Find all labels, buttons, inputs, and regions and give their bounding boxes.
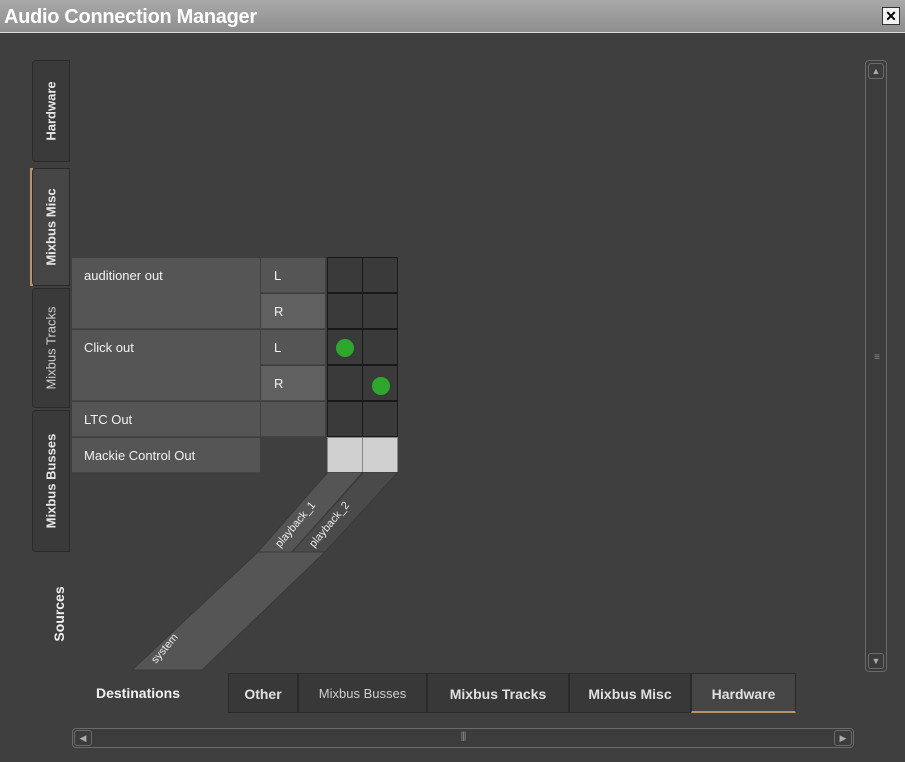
scroll-right-icon[interactable]: ▶ <box>834 730 852 746</box>
dest-tab-mixbus-tracks[interactable]: Mixbus Tracks <box>427 673 569 713</box>
channel-label-l: L <box>261 330 325 365</box>
source-tab-hardware[interactable]: Hardware <box>32 60 70 162</box>
source-tab-label: Mixbus Busses <box>43 433 59 529</box>
matrix-cell-unavailable <box>327 437 363 473</box>
window-title: Audio Connection Manager <box>4 6 257 28</box>
sources-label-text: Sources <box>51 586 67 642</box>
connection-dot-icon <box>336 339 354 357</box>
channel-label-l: L <box>261 258 325 293</box>
source-tab-label: Mixbus Misc <box>43 188 59 266</box>
dest-tab-mixbus-misc[interactable]: Mixbus Misc <box>569 673 691 713</box>
source-tab-label: Hardware <box>43 81 59 141</box>
scroll-left-icon[interactable]: ◀ <box>74 730 92 746</box>
row-click-out: Click out <box>72 330 260 401</box>
scroll-grip-icon[interactable]: ||| <box>456 731 470 743</box>
channel-label-r: R <box>261 294 325 329</box>
row-auditioner-out: auditioner out <box>72 258 260 329</box>
matrix-cell-connected[interactable] <box>327 329 363 365</box>
matrix-cell-unavailable <box>362 437 398 473</box>
matrix-cell[interactable] <box>362 401 398 437</box>
matrix-cell[interactable] <box>327 257 363 293</box>
row-ltc-out: LTC Out <box>72 402 260 437</box>
scroll-up-icon[interactable]: ▲ <box>868 63 884 79</box>
dest-tab-other[interactable]: Other <box>228 673 298 713</box>
scroll-grip-icon[interactable]: ≡ <box>872 353 882 366</box>
row-mackie-control-out: Mackie Control Out <box>72 438 260 473</box>
matrix-cell-connected[interactable] <box>362 365 398 401</box>
destinations-label: Destinations <box>96 685 181 701</box>
source-tab-mixbus-misc[interactable]: Mixbus Misc <box>32 168 70 286</box>
close-button[interactable]: ✕ <box>882 7 900 25</box>
horizontal-scrollbar[interactable]: ◀ ||| ▶ <box>72 728 854 748</box>
column-labels: playback_1 playback_2 system <box>130 472 399 671</box>
dest-tab-mixbus-busses[interactable]: Mixbus Busses <box>298 673 427 713</box>
channel-label-empty <box>261 402 325 437</box>
source-tab-label: Mixbus Tracks <box>43 306 59 390</box>
matrix-cell[interactable] <box>327 293 363 329</box>
source-tab-mixbus-tracks[interactable]: Mixbus Tracks <box>32 288 70 408</box>
scroll-down-icon[interactable]: ▼ <box>868 653 884 669</box>
matrix-cell[interactable] <box>362 257 398 293</box>
matrix-cell[interactable] <box>327 401 363 437</box>
title-bar: Audio Connection Manager ✕ <box>0 0 905 33</box>
sources-label: Sources <box>40 579 78 649</box>
matrix-cell[interactable] <box>327 365 363 401</box>
dest-tab-hardware[interactable]: Hardware <box>691 673 796 713</box>
connection-matrix-panel: Hardware Mixbus Misc Mixbus Tracks Mixbu… <box>0 34 905 762</box>
vertical-scrollbar[interactable]: ▲ ≡ ▼ <box>865 60 887 672</box>
channel-label-r: R <box>261 366 325 401</box>
connection-dot-icon <box>372 377 390 395</box>
source-tab-mixbus-busses[interactable]: Mixbus Busses <box>32 410 70 552</box>
matrix-cell[interactable] <box>362 329 398 365</box>
matrix-cell[interactable] <box>362 293 398 329</box>
